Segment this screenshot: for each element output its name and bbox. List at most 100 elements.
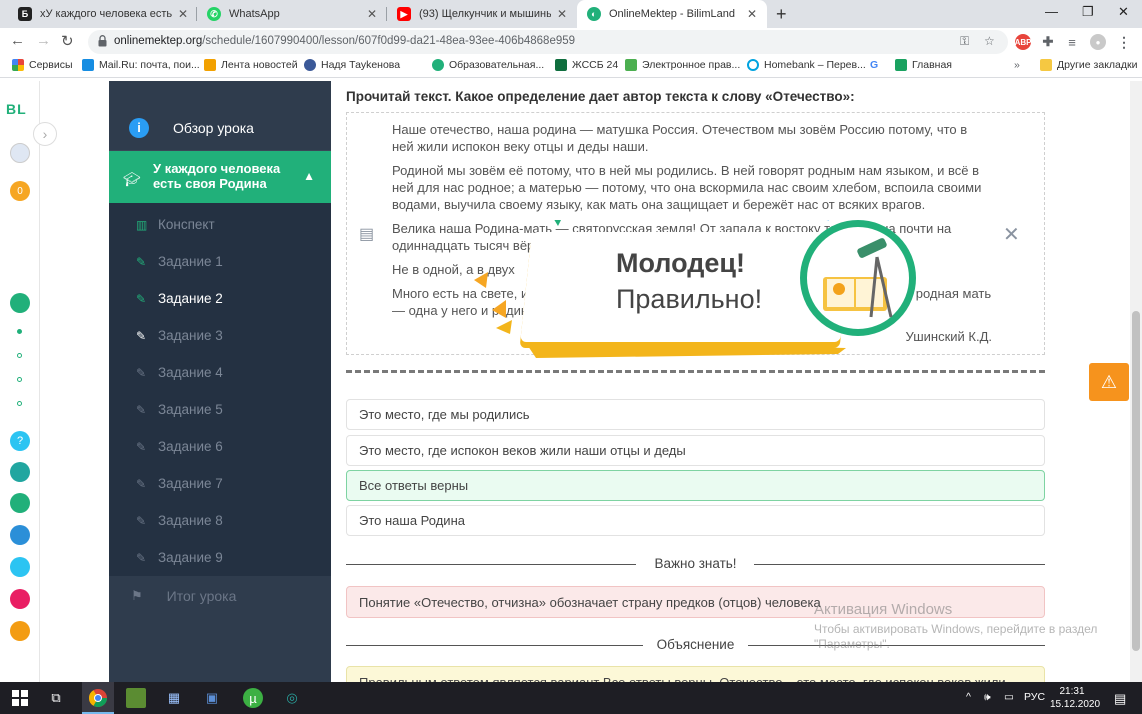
save-disk-icon[interactable]: ▣ — [202, 688, 222, 708]
chrome-icon[interactable] — [88, 688, 108, 708]
lesson-items-list: ▥ Конспект ✎ Задание 1 ✎ Задание 2 ✎ Задание… — [109, 203, 331, 576]
reading-list-icon[interactable]: ≡ — [1064, 34, 1080, 50]
sidebar-item-task-1[interactable]: ✎ Задание 1 — [109, 243, 331, 280]
bookmark-item[interactable]: Главная — [895, 59, 952, 71]
book-icon: ▤ — [359, 226, 375, 243]
menu-icon[interactable]: ⋮ — [1116, 34, 1132, 50]
onlinemektep-icon[interactable] — [10, 293, 30, 313]
url-path: /schedule/1607990400/lesson/607f0d99-da2… — [202, 35, 576, 47]
task-view-icon[interactable]: ⧉ — [46, 688, 66, 708]
coins-badge[interactable]: 0 — [10, 181, 30, 201]
user-avatar[interactable] — [10, 143, 30, 163]
expand-chevron-icon[interactable]: › — [33, 122, 57, 146]
minecraft-icon[interactable] — [126, 688, 146, 708]
bilimland-logo[interactable]: BL — [6, 101, 27, 117]
sidebar-item-konspekt[interactable]: ▥ Конспект — [109, 206, 331, 243]
bookmark-label: Другие закладки — [1057, 59, 1138, 71]
tab-youtube[interactable]: ▶ (93) Щелкунчик и мышиный ко ✕ — [387, 0, 577, 28]
sidebar-item-label: Задание 6 — [158, 439, 223, 454]
lesson-summary-item[interactable]: ⚑ Итог урока — [109, 578, 331, 614]
bookmark-item[interactable]: Mail.Ru: почта, пои... — [82, 59, 200, 71]
explanation-text: Правильным ответом является вариант Все … — [346, 666, 1045, 682]
bookmark-item[interactable]: Сервисы — [12, 59, 73, 71]
minimize-icon[interactable]: — — [1045, 4, 1058, 19]
tray-chevron-icon[interactable]: ^ — [966, 691, 971, 703]
tab-whatsapp[interactable]: ✆ WhatsApp ✕ — [197, 0, 387, 28]
tab-close-icon[interactable]: ✕ — [367, 7, 377, 21]
nav-dot[interactable] — [17, 401, 22, 406]
app-icon[interactable] — [10, 589, 30, 609]
sidebar-item-task-9[interactable]: ✎ Задание 9 — [109, 539, 331, 576]
bookmark-label: Надя Тауkенова — [321, 59, 401, 71]
tab-close-icon[interactable]: ✕ — [178, 7, 188, 21]
bookmark-item[interactable]: Лента новостей — [204, 59, 298, 71]
keyboard-language[interactable]: РУС — [1024, 691, 1045, 703]
restore-icon[interactable]: ❐ — [1082, 4, 1094, 20]
answer-option[interactable]: Это место, где мы родились — [346, 399, 1045, 430]
bookmarks-overflow-icon[interactable]: » — [1014, 59, 1020, 71]
edit-icon: ✎ — [136, 513, 147, 528]
nav-dot[interactable] — [17, 353, 22, 358]
app-taskbar-icon[interactable]: ◎ — [282, 688, 302, 708]
bookmark-item[interactable]: Образовательная... — [432, 59, 544, 71]
other-bookmarks[interactable]: Другие закладки — [1040, 59, 1137, 71]
tab-onlinemektep[interactable]: ◐ OnlineMektep - BilimLand ✕ — [577, 0, 767, 28]
reload-icon[interactable]: ↻ — [61, 32, 74, 50]
notifications-icon[interactable]: ▤ — [1114, 691, 1126, 707]
nav-dot[interactable] — [17, 329, 22, 334]
adblock-icon[interactable]: ABP — [1015, 34, 1031, 50]
sidebar-item-task-5[interactable]: ✎ Задание 5 — [109, 391, 331, 428]
app-icon[interactable] — [10, 621, 30, 641]
sidebar-item-task-3[interactable]: ✎ Задание 3 — [109, 317, 331, 354]
app-icon[interactable] — [10, 493, 30, 513]
bookmark-star-icon[interactable]: ☆ — [984, 34, 995, 48]
new-tab-button[interactable]: + — [776, 4, 787, 25]
scrollbar-thumb[interactable] — [1132, 311, 1140, 651]
bookmark-item[interactable]: Homebank – Перев... — [747, 59, 866, 71]
sidebar-item-label: Задание 7 — [158, 476, 223, 491]
address-bar[interactable]: onlinemektep.org/schedule/1607990400/les… — [88, 30, 1008, 54]
answer-option-correct[interactable]: Все ответы верны — [346, 470, 1045, 501]
taskbar-clock[interactable]: 21:31 15.12.2020 — [1050, 685, 1100, 711]
page-scrollbar[interactable] — [1130, 81, 1142, 682]
sidebar-item-task-7[interactable]: ✎ Задание 7 — [109, 465, 331, 502]
book-icon: ▥ — [136, 217, 148, 232]
popup-close-icon[interactable]: ✕ — [1003, 222, 1020, 247]
answer-option[interactable]: Это место, где испокон веков жили наши о… — [346, 435, 1045, 466]
important-divider: Важно знать! — [346, 556, 1045, 571]
window-close-icon[interactable]: ✕ — [1118, 4, 1129, 20]
help-icon[interactable]: ? — [10, 431, 30, 451]
tab-close-icon[interactable]: ✕ — [557, 7, 567, 21]
back-icon[interactable]: ← — [10, 32, 25, 49]
sidebar-item-task-4[interactable]: ✎ Задание 4 — [109, 354, 331, 391]
bookmark-item[interactable]: Надя Тауkенова — [304, 59, 400, 71]
tab-close-icon[interactable]: ✕ — [747, 7, 757, 21]
network-icon[interactable]: ▭ — [1004, 691, 1014, 703]
tab-lesson[interactable]: Б хУ каждого человека есть своя ✕ — [8, 0, 198, 28]
bookmark-item[interactable]: ЖССБ 24 — [555, 59, 618, 71]
key-icon[interactable]: ⚿ — [960, 34, 969, 49]
flag-icon: ⚑ — [131, 588, 143, 603]
profile-avatar[interactable]: ● — [1090, 34, 1106, 50]
bookmark-item[interactable]: Электронное прав... — [625, 59, 740, 71]
windows-start-icon[interactable] — [10, 688, 30, 708]
utorrent-icon[interactable]: µ — [243, 688, 263, 708]
sidebar-item-task-8[interactable]: ✎ Задание 8 — [109, 502, 331, 539]
bookmark-item[interactable]: G — [870, 59, 878, 71]
answer-option[interactable]: Это наша Родина — [346, 505, 1045, 536]
speaker-icon[interactable]: 🕪︎ — [984, 691, 991, 704]
tab-title: (93) Щелкунчик и мышиный ко — [419, 8, 551, 20]
nav-dot[interactable] — [17, 377, 22, 382]
lesson-section-header[interactable]: 🎓︎ У каждого человека есть своя Родина ▲ — [109, 151, 331, 203]
calculator-icon[interactable]: ▦ — [164, 688, 184, 708]
app-icon[interactable] — [10, 525, 30, 545]
forward-icon[interactable]: → — [36, 32, 51, 49]
extensions-icon[interactable]: ✚ — [1040, 34, 1056, 50]
education-icon — [432, 59, 444, 71]
app-icon[interactable] — [10, 557, 30, 577]
sidebar-item-task-6[interactable]: ✎ Задание 6 — [109, 428, 331, 465]
lesson-overview-item[interactable]: i Обзор урока — [109, 105, 331, 151]
app-icon[interactable] — [10, 462, 30, 482]
sidebar-item-task-2[interactable]: ✎ Задание 2 — [109, 280, 331, 317]
report-warning-button[interactable]: ⚠ — [1089, 363, 1129, 401]
